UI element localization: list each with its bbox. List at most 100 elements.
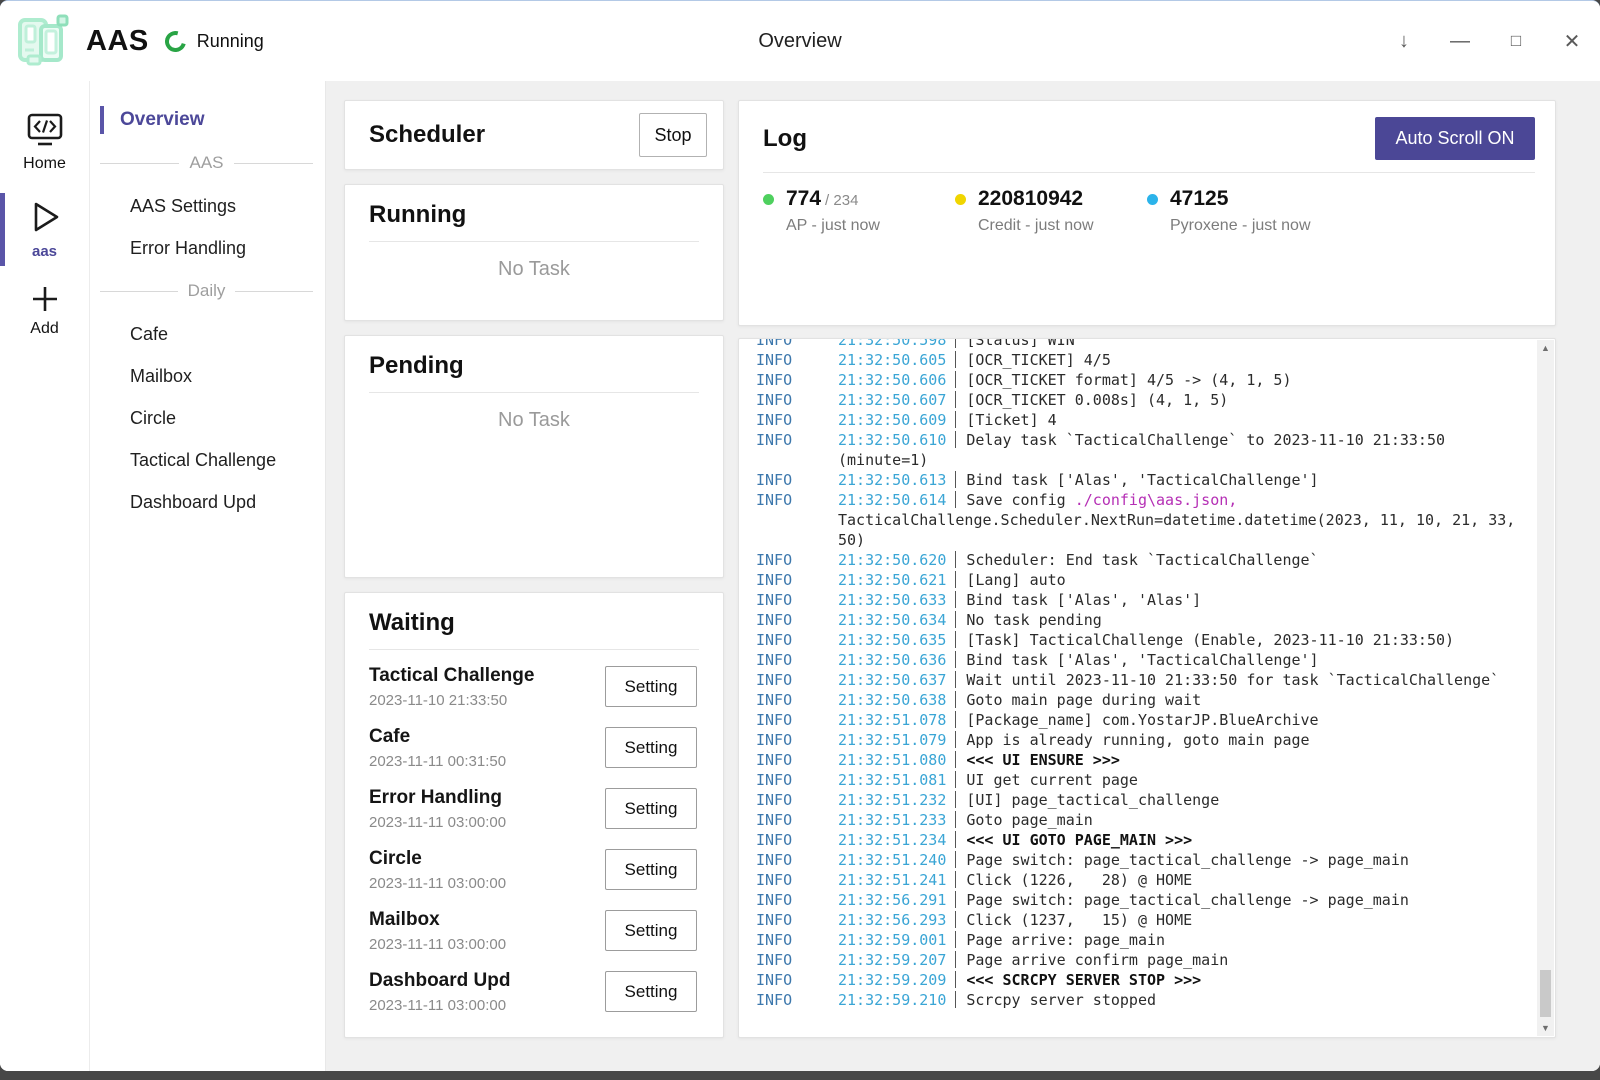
minimize-icon[interactable]: — <box>1432 11 1488 71</box>
nav-item-aas-settings[interactable]: AAS Settings <box>90 185 325 227</box>
log-separator <box>955 551 956 568</box>
log-text: Page arrive: page_main <box>966 931 1165 949</box>
maximize-icon[interactable]: □ <box>1488 11 1544 71</box>
nav-item-mailbox[interactable]: Mailbox <box>90 355 325 397</box>
log-message: 21:32:50.634 No task pending <box>838 610 1531 630</box>
log-timestamp: 21:32:51.078 <box>838 711 946 729</box>
rail-item-add[interactable]: Add <box>0 274 89 352</box>
log-separator <box>955 911 956 928</box>
log-text: Goto page_main <box>966 811 1092 829</box>
nav-item-overview[interactable]: Overview <box>90 105 325 135</box>
task-name: Dashboard Upd <box>369 970 605 992</box>
log-message: 21:32:50.621[Lang] auto <box>838 570 1531 590</box>
log-separator <box>955 871 956 888</box>
log-line: INFO21:32:56.291Page switch: page_tactic… <box>756 890 1531 910</box>
pending-title: Pending <box>369 352 699 380</box>
log-message: 21:32:56.293Click (1237, 15) @ HOME <box>838 910 1531 930</box>
log-timestamp: 21:32:50.634 <box>838 611 946 629</box>
log-level: INFO <box>756 890 838 910</box>
log-separator <box>955 671 956 688</box>
stop-button[interactable]: Stop <box>639 113 707 157</box>
auto-scroll-button[interactable]: Auto Scroll ON <box>1375 117 1535 160</box>
divider-line <box>234 163 313 164</box>
rail-item-label: Add <box>30 320 58 338</box>
log-message: 21:32:59.209<<< SCRCPY SERVER STOP >>> <box>838 970 1531 990</box>
nav-group-label: Daily <box>188 281 226 301</box>
log-text: [OCR_TICKET format] 4/5 -> (4, 1, 5) <box>966 371 1291 389</box>
log-separator <box>955 391 956 408</box>
log-level: INFO <box>756 338 838 350</box>
log-timestamp: 21:32:59.209 <box>838 971 946 989</box>
setting-button[interactable]: Setting <box>605 727 697 768</box>
nav-item-error-handling[interactable]: Error Handling <box>90 227 325 269</box>
log-timestamp: 21:32:50.633 <box>838 591 946 609</box>
log-message: 21:32:50.606[OCR_TICKET format] 4/5 -> (… <box>838 370 1531 390</box>
close-icon[interactable]: ✕ <box>1544 11 1600 71</box>
log-message: 21:32:50.598[Status] WIN <box>838 338 1531 350</box>
log-scrollbar[interactable]: ▲ ▼ <box>1537 340 1554 1036</box>
log-timestamp: 21:32:50.638 <box>838 691 946 709</box>
rail-item-aas[interactable]: aas <box>0 187 89 274</box>
setting-button[interactable]: Setting <box>605 788 697 829</box>
log-text: ./config\aas.json, <box>1075 491 1238 509</box>
stat-label: Credit - just now <box>955 217 1147 235</box>
log-level: INFO <box>756 550 838 570</box>
scroll-up-icon[interactable]: ▲ <box>1537 340 1554 356</box>
log-line: INFO21:32:50.605[OCR_TICKET] 4/5 <box>756 350 1531 370</box>
log-level: INFO <box>756 630 838 650</box>
log-level: INFO <box>756 870 838 890</box>
log-level: INFO <box>756 710 838 730</box>
log-level: INFO <box>756 850 838 870</box>
config-nav: Overview AASAAS SettingsError HandlingDa… <box>90 81 326 1071</box>
setting-button[interactable]: Setting <box>605 971 697 1012</box>
nav-item-circle[interactable]: Circle <box>90 397 325 439</box>
resource-stat: 774/ 234AP - just now <box>763 187 955 235</box>
log-text: <<< UI ENSURE >>> <box>966 751 1120 769</box>
log-level: INFO <box>756 730 838 750</box>
task-info: Tactical Challenge2023-11-10 21:33:50 <box>369 665 605 709</box>
task-name: Mailbox <box>369 909 605 931</box>
task-next-run: 2023-11-11 03:00:00 <box>369 936 605 953</box>
log-text: No task pending <box>966 611 1101 629</box>
scheduler-title: Scheduler <box>369 121 485 149</box>
task-next-run: 2023-11-11 03:00:00 <box>369 997 605 1014</box>
window-controls: ↓ — □ ✕ <box>1376 11 1600 71</box>
nav-item-tactical-challenge[interactable]: Tactical Challenge <box>90 439 325 481</box>
divider-line <box>235 291 313 292</box>
setting-button[interactable]: Setting <box>605 910 697 951</box>
nav-item-cafe[interactable]: Cafe <box>90 313 325 355</box>
log-separator <box>955 731 956 748</box>
play-icon <box>25 197 65 237</box>
log-text: Page switch: page_tactical_challenge -> … <box>966 851 1409 869</box>
log-timestamp: 21:32:51.079 <box>838 731 946 749</box>
log-line: INFO21:32:51.078[Package_name] com.Yosta… <box>756 710 1531 730</box>
more-options-icon[interactable]: ↓ <box>1376 11 1432 71</box>
log-level: INFO <box>756 750 838 770</box>
log-header-card: Log Auto Scroll ON 774/ 234AP - just now… <box>738 100 1556 326</box>
waiting-task-list: Tactical Challenge2023-11-10 21:33:50Set… <box>369 656 707 1022</box>
setting-button[interactable]: Setting <box>605 666 697 707</box>
resource-stat: 220810942Credit - just now <box>955 187 1147 235</box>
nav-item-dashboard-upd[interactable]: Dashboard Upd <box>90 481 325 523</box>
scrollbar-thumb[interactable] <box>1540 970 1551 1017</box>
log-line: INFO21:32:50.610Delay task `TacticalChal… <box>756 430 1531 470</box>
log-level: INFO <box>756 950 838 970</box>
divider <box>763 172 1535 173</box>
log-separator <box>955 471 956 488</box>
waiting-task-row: Circle2023-11-11 03:00:00Setting <box>369 839 707 900</box>
log-timestamp: 21:32:56.291 <box>838 891 946 909</box>
setting-button[interactable]: Setting <box>605 849 697 890</box>
log-entries: INFO21:32:50.598[Status] WININFO21:32:50… <box>756 338 1531 1028</box>
log-level: INFO <box>756 990 838 1010</box>
log-line: INFO21:32:50.606[OCR_TICKET format] 4/5 … <box>756 370 1531 390</box>
log-line: INFO21:32:50.609[Ticket] 4 <box>756 410 1531 430</box>
log-message: 21:32:51.240Page switch: page_tactical_c… <box>838 850 1531 870</box>
app-status: Running <box>197 31 264 52</box>
log-line: INFO21:32:50.621[Lang] auto <box>756 570 1531 590</box>
scroll-down-icon[interactable]: ▼ <box>1537 1020 1554 1036</box>
task-info: Dashboard Upd 2023-11-11 03:00:00 <box>369 970 605 1014</box>
rail-item-home[interactable]: Home <box>0 101 89 187</box>
log-line: INFO21:32:59.209<<< SCRCPY SERVER STOP >… <box>756 970 1531 990</box>
log-title: Log <box>763 125 807 153</box>
task-name: Cafe <box>369 726 605 748</box>
